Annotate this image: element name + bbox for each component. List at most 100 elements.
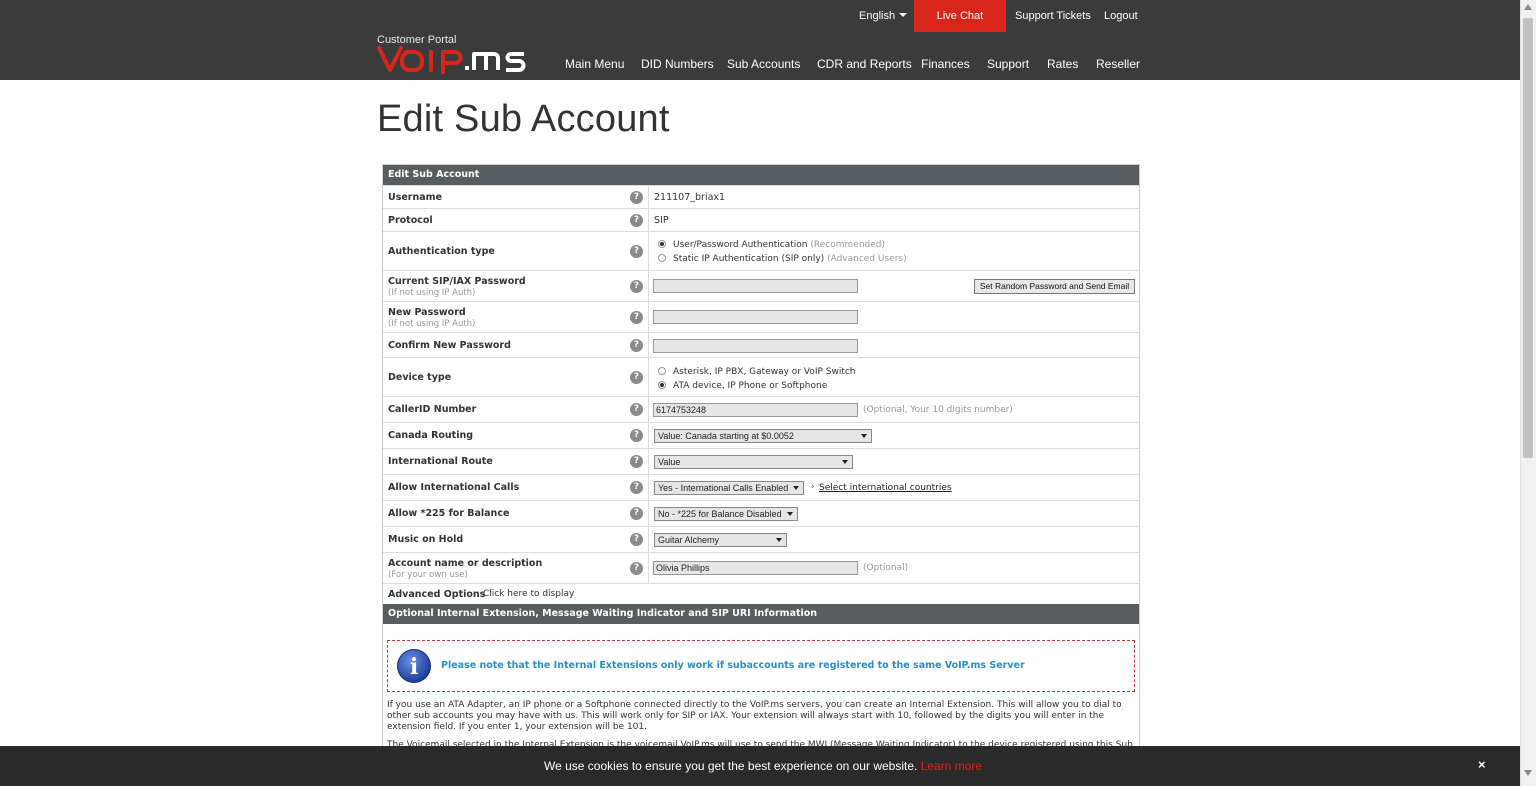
row-music-on-hold: Music on Hold ? Guitar Alchemy	[383, 526, 1139, 552]
cookie-learn-more-link[interactable]: Learn more	[921, 759, 982, 773]
allow-225-label: Allow *225 for Balance	[388, 508, 510, 519]
scroll-down-icon[interactable]	[1524, 770, 1532, 776]
column-divider	[648, 527, 649, 552]
allow-international-label: Allow International Calls	[388, 482, 520, 493]
advanced-options-toggle[interactable]: Click here to display	[483, 589, 574, 599]
row-username: Username ? 211107_briax1	[383, 185, 1139, 208]
scrollbar-thumb[interactable]	[1523, 18, 1533, 458]
row-international-route: International Route ? Value	[383, 448, 1139, 474]
allow-225-select[interactable]: No - *225 for Balance Disabled	[654, 507, 798, 521]
row-protocol: Protocol ? SIP	[383, 208, 1139, 231]
auth-user-password-text: User/Password Authentication	[673, 240, 808, 250]
new-password-input[interactable]	[653, 310, 858, 324]
row-callerid: CallerID Number ? 6174753248 (Optional, …	[383, 396, 1139, 422]
support-tickets-link[interactable]: Support Tickets	[1015, 10, 1091, 22]
current-password-input[interactable]	[653, 279, 858, 293]
canada-routing-select[interactable]: Value: Canada starting at $0.0052	[654, 429, 872, 443]
advanced-options-label: Advanced Options	[388, 589, 486, 600]
column-divider	[648, 333, 649, 357]
auth-static-ip-radio[interactable]	[658, 254, 666, 262]
auth-recommended-note: (Recommended)	[810, 240, 885, 250]
device-asterisk-radio[interactable]	[658, 367, 666, 375]
chevron-right-icon: ›	[811, 482, 815, 492]
auth-user-password-label: User/Password Authentication (Recommende…	[673, 240, 885, 250]
nav-support[interactable]: Support	[987, 57, 1029, 71]
account-name-label: Account name or description (For your own…	[388, 558, 542, 580]
voipms-logo-icon[interactable]	[376, 44, 542, 74]
help-icon[interactable]: ?	[630, 311, 643, 324]
account-name-title: Account name or description	[388, 558, 543, 569]
authentication-type-label: Authentication type	[388, 246, 495, 257]
username-value: 211107_briax1	[654, 192, 726, 203]
account-name-hint: (Optional)	[863, 563, 909, 573]
help-icon[interactable]: ?	[630, 533, 643, 546]
music-on-hold-label: Music on Hold	[388, 534, 464, 545]
language-selector[interactable]: English	[859, 10, 908, 22]
help-icon[interactable]: ?	[630, 455, 643, 468]
row-advanced-options: Advanced Options Click here to display	[383, 583, 1139, 604]
auth-user-password-radio[interactable]	[658, 240, 666, 248]
select-international-countries-link[interactable]: Select international countries	[819, 483, 952, 493]
allow-international-value: Yes - International Calls Enabled	[658, 483, 789, 493]
help-icon[interactable]: ?	[630, 214, 643, 227]
help-icon[interactable]: ?	[630, 403, 643, 416]
logout-link[interactable]: Logout	[1104, 10, 1138, 22]
nav-finances[interactable]: Finances	[921, 57, 970, 71]
username-label: Username	[388, 192, 443, 203]
device-asterisk-label: Asterisk, IP PBX, Gateway or VoIP Switch	[673, 367, 856, 377]
nav-main-menu[interactable]: Main Menu	[565, 57, 624, 71]
column-divider	[648, 302, 649, 332]
nav-did-numbers[interactable]: DID Numbers	[641, 57, 714, 71]
new-password-label: New Password (If not using IP Auth)	[388, 307, 475, 329]
scroll-up-icon[interactable]	[1524, 4, 1532, 10]
live-chat-button[interactable]: Live Chat	[914, 0, 1006, 32]
current-password-label: Current SIP/IAX Password (If not using IP…	[388, 276, 526, 298]
international-route-select[interactable]: Value	[654, 455, 853, 469]
confirm-password-input[interactable]	[653, 339, 858, 353]
row-device-type: Device type ? Asterisk, IP PBX, Gateway …	[383, 357, 1139, 396]
international-route-label: International Route	[388, 456, 493, 467]
set-random-password-button[interactable]: Set Random Password and Send Email	[974, 279, 1135, 294]
callerid-input[interactable]: 6174753248	[653, 403, 858, 417]
device-ata-radio[interactable]	[658, 381, 666, 389]
nav-reseller[interactable]: Reseller	[1096, 57, 1140, 71]
help-icon[interactable]: ?	[630, 339, 643, 352]
column-divider	[648, 358, 649, 396]
chevron-down-icon	[787, 512, 793, 516]
chevron-down-icon	[776, 538, 782, 542]
cookie-message: We use cookies to ensure you get the bes…	[544, 759, 982, 773]
help-icon[interactable]: ?	[630, 562, 643, 575]
notice-text: Please note that the Internal Extensions…	[441, 660, 1025, 671]
column-divider	[648, 186, 649, 208]
section2-header: Optional Internal Extension, Message Wai…	[383, 604, 1139, 624]
chevron-down-icon	[899, 13, 908, 17]
protocol-value: SIP	[654, 215, 669, 226]
help-icon[interactable]: ?	[630, 191, 643, 204]
info-icon: i	[397, 649, 431, 683]
row-allow-international: Allow International Calls ? Yes - Intern…	[383, 474, 1139, 500]
column-divider	[648, 449, 649, 474]
account-name-input[interactable]: Olivia Phillips	[653, 561, 858, 575]
nav-sub-accounts[interactable]: Sub Accounts	[727, 57, 800, 71]
nav-cdr-and-reports[interactable]: CDR and Reports	[817, 57, 912, 71]
close-icon[interactable]: ×	[1478, 757, 1486, 772]
allow-225-value: No - *225 for Balance Disabled	[658, 509, 782, 519]
allow-international-select[interactable]: Yes - International Calls Enabled	[654, 481, 804, 495]
international-route-value: Value	[658, 457, 681, 467]
column-divider	[648, 232, 649, 270]
canada-routing-label: Canada Routing	[388, 430, 474, 441]
help-icon[interactable]: ?	[630, 507, 643, 520]
chevron-down-icon	[842, 460, 848, 464]
column-divider	[648, 271, 649, 301]
help-icon[interactable]: ?	[630, 481, 643, 494]
nav-rates[interactable]: Rates	[1047, 57, 1078, 71]
row-authentication-type: Authentication type ? User/Password Auth…	[383, 231, 1139, 270]
page-title: Edit Sub Account	[377, 98, 670, 140]
protocol-label: Protocol	[388, 215, 433, 226]
help-icon[interactable]: ?	[630, 371, 643, 384]
music-on-hold-select[interactable]: Guitar Alchemy	[654, 533, 787, 547]
help-icon[interactable]: ?	[630, 429, 643, 442]
row-allow-225: Allow *225 for Balance ? No - *225 for B…	[383, 500, 1139, 526]
help-icon[interactable]: ?	[630, 245, 643, 258]
help-icon[interactable]: ?	[630, 280, 643, 293]
